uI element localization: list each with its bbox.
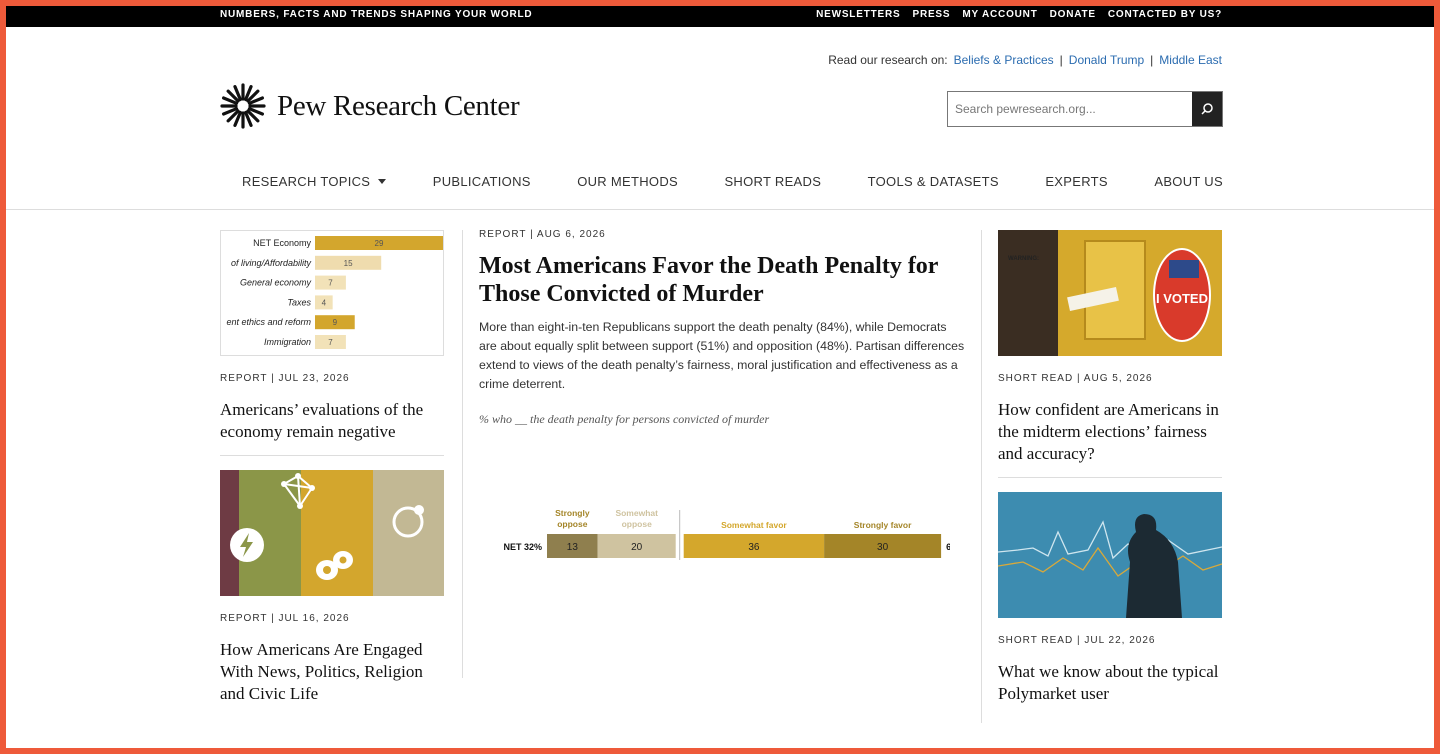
featured-summary: More than eight-in-ten Republicans suppo… <box>479 320 965 391</box>
top-utility-bar: NUMBERS, FACTS AND TRENDS SHAPING YOUR W… <box>6 6 1434 27</box>
donate-link[interactable]: DONATE <box>1050 9 1096 20</box>
search-box <box>947 91 1223 127</box>
column-divider <box>462 230 463 678</box>
net-oppose-label: NET 32% <box>503 542 542 552</box>
contacted-by-us-link[interactable]: CONTACTED BY US? <box>1108 9 1222 20</box>
thumb-bar-label: Taxes <box>287 297 311 307</box>
i-voted-sticker: I VOTED <box>1153 248 1211 342</box>
caret-down-icon <box>378 179 387 184</box>
featured-title[interactable]: Most Americans Favor the Death Penalty f… <box>479 252 967 308</box>
nav-research-topics[interactable]: RESEARCH TOPICS <box>220 174 408 189</box>
thumb-bar-label: Immigration <box>264 337 311 347</box>
topic-link-beliefs[interactable]: Beliefs & Practices <box>954 53 1054 67</box>
card-eyebrow: REPORT | JUL 23, 2026 <box>220 373 350 384</box>
flag <box>1169 260 1199 278</box>
network-icon <box>281 473 315 509</box>
newsletters-link[interactable]: NEWSLETTERS <box>816 9 900 20</box>
thumb-panel <box>281 470 373 596</box>
card-eyebrow: REPORT | JUL 16, 2026 <box>220 613 350 624</box>
somewhat-favor-label: Somewhat favor <box>721 520 787 530</box>
header-divider <box>6 209 1434 210</box>
press-link[interactable]: PRESS <box>912 9 950 20</box>
thumb-panel <box>373 470 444 596</box>
sticker-text: I VOTED <box>1155 290 1208 306</box>
market-line-graphic <box>998 514 1222 618</box>
nav-publications[interactable]: PUBLICATIONS <box>411 174 553 189</box>
nav-label: EXPERTS <box>1045 174 1108 189</box>
thumb-bar-label: of living/Affordability <box>231 258 312 268</box>
divider: | <box>1150 53 1154 67</box>
thumb-bar-label: NET Economy <box>253 238 311 248</box>
strongly-oppose-value: 13 <box>567 542 579 553</box>
main-nav: RESEARCH TOPICS PUBLICATIONS OUR METHODS… <box>220 174 1223 189</box>
lightning-icon <box>230 528 264 562</box>
nav-label: SHORT READS <box>724 174 822 189</box>
nav-our-methods[interactable]: OUR METHODS <box>555 174 700 189</box>
engagement-thumbnail[interactable] <box>220 470 444 596</box>
voting-photo[interactable]: WARNING: I VOTED <box>998 230 1222 356</box>
card-title-economy[interactable]: Americans’ evaluations of the economy re… <box>220 399 450 443</box>
featured-story: REPORT | AUG 6, 2026 Most Americans Favo… <box>479 229 967 427</box>
utility-links: NEWSLETTERS PRESS MY ACCOUNT DONATE CONT… <box>816 9 1222 20</box>
economy-chart-thumbnail[interactable]: NET Economy 29 of living/Affordability 15 Ge… <box>220 230 444 356</box>
nav-short-reads[interactable]: SHORT READS <box>702 174 843 189</box>
site-logo[interactable]: Pew Research Center <box>220 83 520 129</box>
card-divider <box>220 455 444 456</box>
thumb-bar-value: 29 <box>375 239 384 248</box>
economy-bar-chart: NET Economy 29 of living/Affordability 15 Ge… <box>226 236 443 349</box>
nav-tools-datasets[interactable]: TOOLS & DATASETS <box>846 174 1021 189</box>
thumb-bar-value: 7 <box>328 279 333 288</box>
polymarket-photo[interactable] <box>998 492 1222 618</box>
card-eyebrow: SHORT READ | AUG 5, 2026 <box>998 373 1153 384</box>
thumb-bar-value: 15 <box>344 259 353 268</box>
column-divider <box>981 230 982 723</box>
research-topics-bar: Read our research on: Beliefs & Practice… <box>828 53 1222 67</box>
search-button[interactable] <box>1192 92 1222 126</box>
divider: | <box>1059 53 1063 67</box>
thumb-bar-value: 9 <box>333 318 338 327</box>
topic-link-middle-east[interactable]: Middle East <box>1159 53 1222 67</box>
site-name: Pew Research Center <box>277 89 520 122</box>
card-title-midterms[interactable]: How confident are Americans in the midte… <box>998 399 1228 465</box>
search-input[interactable] <box>948 92 1192 126</box>
chart-caption: % who __ the death penalty for persons c… <box>479 412 770 426</box>
somewhat-oppose-value: 20 <box>631 542 643 553</box>
featured-eyebrow: REPORT | AUG 6, 2026 <box>479 229 606 240</box>
thumb-bar-value: 4 <box>322 298 327 307</box>
tagline: NUMBERS, FACTS AND TRENDS SHAPING YOUR W… <box>220 9 533 20</box>
photo-shadow <box>998 230 1058 356</box>
card-eyebrow: SHORT READ | JUL 22, 2026 <box>998 635 1156 646</box>
nav-label: ABOUT US <box>1154 174 1223 189</box>
thumb-bar-label: General economy <box>240 278 312 288</box>
strongly-oppose-label: Strongly oppose <box>555 508 590 529</box>
nav-label: TOOLS & DATASETS <box>867 174 999 189</box>
nav-label: RESEARCH TOPICS <box>242 174 371 189</box>
card-title-engagement[interactable]: How Americans Are Engaged With News, Pol… <box>220 639 450 705</box>
research-on-label: Read our research on: <box>828 53 948 67</box>
strongly-favor-value: 30 <box>877 542 889 553</box>
refresh-icon <box>392 505 424 538</box>
net-favor-label: 66% NET <box>946 542 950 552</box>
nav-about-us[interactable]: ABOUT US <box>1132 174 1223 189</box>
sunburst-logo-icon <box>220 83 266 129</box>
strongly-favor-label: Strongly favor <box>854 520 912 530</box>
my-account-link[interactable]: MY ACCOUNT <box>962 9 1037 20</box>
somewhat-oppose-label: Somewhat oppose <box>615 508 658 529</box>
warning-sign: WARNING: <box>1008 256 1039 262</box>
topic-link-trump[interactable]: Donald Trump <box>1069 53 1144 67</box>
thumb-bar-label: ent ethics and reform <box>226 317 311 327</box>
card-divider <box>998 477 1222 478</box>
nav-experts[interactable]: EXPERTS <box>1023 174 1130 189</box>
death-penalty-chart: 13 Strongly oppose 20 Somewhat oppose 36 Somewh… <box>503 508 950 560</box>
binoculars-icon <box>316 551 353 580</box>
somewhat-favor-value: 36 <box>748 542 760 553</box>
nav-label: OUR METHODS <box>577 174 678 189</box>
nav-label: PUBLICATIONS <box>432 174 531 189</box>
thumb-bar-value: 7 <box>328 338 333 347</box>
card-title-polymarket[interactable]: What we know about the typical Polymarke… <box>998 661 1228 705</box>
page: NUMBERS, FACTS AND TRENDS SHAPING YOUR W… <box>6 6 1434 748</box>
search-icon <box>1201 103 1213 115</box>
